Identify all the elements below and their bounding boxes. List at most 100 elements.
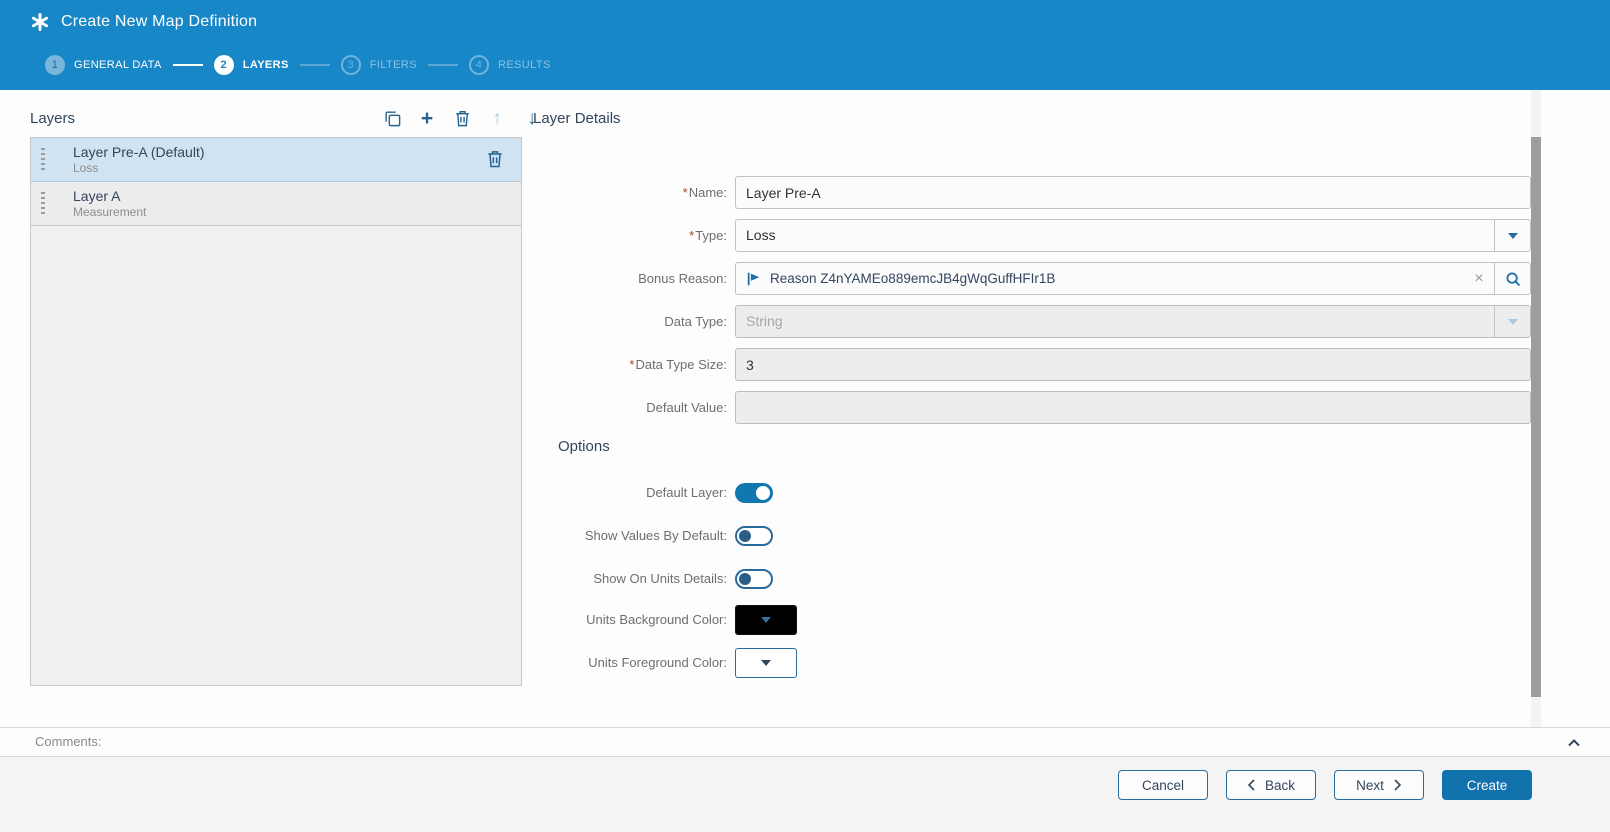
type-label: *Type: [533,219,735,252]
show-values-by-default-row: Show Values By Default: [533,526,797,546]
step-circle: 2 [214,55,234,75]
step-label: FILTERS [370,59,417,71]
layers-toolbar: + ↑ ↓ [381,105,543,131]
show-on-units-details-label: Show On Units Details: [533,569,735,589]
units-foreground-color-label: Units Foreground Color: [533,648,735,678]
data-type-size-label: *Data Type Size: [533,348,735,381]
scrollbar-thumb[interactable] [1531,137,1541,697]
create-map-definition-dialog: Create New Map Definition 1 GENERAL DATA… [0,0,1610,832]
asterisk-icon [30,12,50,32]
chevron-down-icon [761,617,771,623]
drag-handle-icon[interactable] [41,148,45,173]
type-dropdown[interactable]: Loss [735,219,1531,252]
add-layer-icon[interactable]: + [416,105,438,131]
options-section: Default Layer: Show Values By Default: S… [533,483,797,691]
duplicate-layer-icon[interactable] [381,105,403,131]
step-results[interactable]: 4 RESULTS [469,55,551,75]
layer-list-item[interactable]: Layer Pre-A (Default) Loss [31,138,521,182]
chevron-down-icon [1494,306,1530,337]
bonus-reason-lookup[interactable]: Reason Z4nYAMEo889emcJB4gWqGuffHFIr1B × [735,262,1531,295]
units-background-color-picker[interactable] [735,605,797,635]
default-layer-row: Default Layer: [533,483,797,503]
show-values-by-default-label: Show Values By Default: [533,526,735,546]
chevron-down-icon [761,660,771,666]
chevron-up-icon[interactable] [1566,734,1584,752]
options-section-title: Options [558,438,610,455]
show-on-units-details-toggle[interactable] [735,569,773,589]
data-type-field-row: Data Type: String [533,305,1531,338]
back-button[interactable]: Back [1226,770,1316,800]
bonus-reason-label: Bonus Reason: [533,262,735,295]
vertical-scrollbar[interactable] [1531,90,1541,727]
show-on-units-details-row: Show On Units Details: [533,569,797,589]
layer-list-item[interactable]: Layer A Measurement [31,182,521,226]
data-type-size-input[interactable] [736,349,1530,380]
chevron-left-icon [1247,779,1256,791]
required-marker: * [689,228,694,243]
step-circle: 3 [341,55,361,75]
show-values-by-default-toggle[interactable] [735,526,773,546]
create-button[interactable]: Create [1442,770,1532,800]
units-background-color-row: Units Background Color: [533,605,797,635]
layer-details-title: Layer Details [533,110,621,127]
name-input[interactable] [736,177,1530,208]
toggle-knob [739,530,751,542]
step-general-data[interactable]: 1 GENERAL DATA [45,55,162,75]
layers-panel-title: Layers [30,110,75,127]
chevron-right-icon [1393,779,1402,791]
name-label: *Name: [533,176,735,209]
comments-bar: Comments: [0,727,1610,757]
drag-handle-icon[interactable] [41,192,45,217]
chevron-down-icon[interactable] [1494,220,1530,251]
delete-layer-icon[interactable] [451,105,473,131]
bonus-reason-field-row: Bonus Reason: Reason Z4nYAMEo889emcJB4gW… [533,262,1531,295]
type-value: Loss [736,220,1494,251]
data-type-size-field-row: *Data Type Size: [533,348,1531,381]
toggle-knob [739,573,751,585]
units-foreground-color-picker[interactable] [735,648,797,678]
step-filters[interactable]: 3 FILTERS [341,55,417,75]
layer-name: Layer Pre-A (Default) [73,143,521,161]
dialog-footer: Cancel Back Next Create [0,757,1610,832]
step-connector [173,64,203,66]
comments-label: Comments: [35,728,101,756]
default-layer-label: Default Layer: [533,483,735,503]
delete-layer-row-icon[interactable] [485,148,507,170]
data-type-label: Data Type: [533,305,735,338]
step-connector [300,64,330,66]
bonus-reason-value: Reason Z4nYAMEo889emcJB4gWqGuffHFIr1B [766,271,1464,286]
dialog-title: Create New Map Definition [61,13,257,31]
units-foreground-color-row: Units Foreground Color: [533,648,797,678]
layer-type: Loss [73,161,521,176]
name-field-row: *Name: [533,176,1531,209]
step-label: RESULTS [498,59,551,71]
search-icon[interactable] [1494,263,1530,294]
required-marker: * [629,357,634,372]
next-button[interactable]: Next [1334,770,1424,800]
layer-type: Measurement [73,205,521,220]
layers-list: Layer Pre-A (Default) Loss Layer A Measu… [30,137,522,686]
layer-name: Layer A [73,187,521,205]
default-value-input[interactable] [736,392,1530,423]
step-label: GENERAL DATA [74,59,162,71]
step-circle: 4 [469,55,489,75]
required-marker: * [683,185,688,200]
step-circle: 1 [45,55,65,75]
move-layer-up-icon[interactable]: ↑ [486,105,508,131]
default-value-label: Default Value: [533,391,735,424]
step-layers[interactable]: 2 LAYERS [214,55,289,75]
cancel-button[interactable]: Cancel [1118,770,1208,800]
default-layer-toggle[interactable] [735,483,773,503]
type-field-row: *Type: Loss [533,219,1531,252]
step-connector [428,64,458,66]
wizard-stepper: 1 GENERAL DATA 2 LAYERS 3 FILTERS 4 RESU… [45,55,551,75]
data-type-value: String [736,306,1494,337]
units-background-color-label: Units Background Color: [533,605,735,635]
layer-details-form: *Name: *Type: Loss Bonus Reason: [533,176,1531,434]
toggle-knob [756,486,770,500]
dialog-header: Create New Map Definition 1 GENERAL DATA… [0,0,1610,90]
clear-icon[interactable]: × [1464,270,1494,288]
data-type-dropdown: String [735,305,1531,338]
flag-icon [736,271,766,287]
step-label: LAYERS [243,59,289,71]
